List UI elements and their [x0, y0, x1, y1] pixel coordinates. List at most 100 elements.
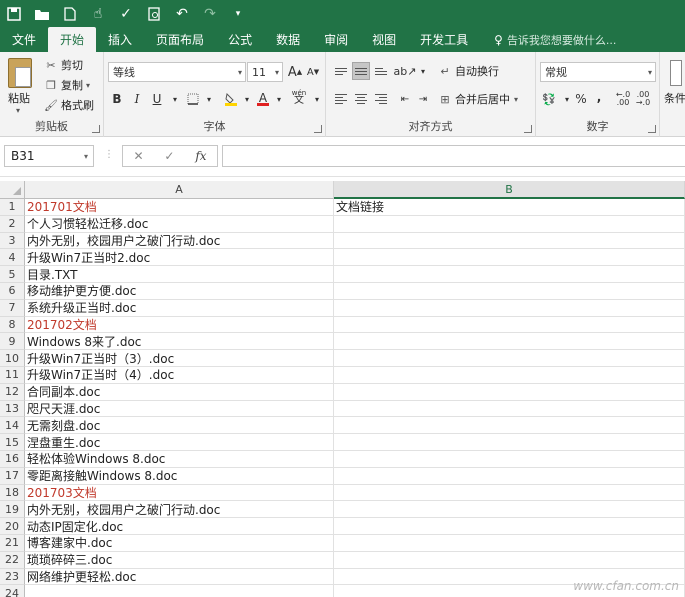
cell-b[interactable] — [334, 350, 685, 367]
dialog-launcher-icon[interactable] — [648, 125, 656, 133]
cell-b[interactable] — [334, 282, 685, 300]
orientation-icon[interactable]: ab↗ — [394, 62, 417, 80]
cell-a[interactable]: 轻松体验Windows 8.doc — [25, 450, 334, 468]
row-header[interactable]: 16 — [0, 450, 25, 468]
cell-b[interactable] — [334, 249, 685, 267]
formula-input[interactable] — [222, 145, 685, 167]
cell-b[interactable] — [334, 501, 685, 519]
increase-indent-icon[interactable]: ⇥ — [414, 90, 432, 108]
tab-page-layout[interactable]: 页面布局 — [144, 27, 216, 52]
row-header[interactable]: 23 — [0, 568, 25, 586]
cancel-icon[interactable]: ✕ — [133, 149, 143, 163]
row-header[interactable]: 9 — [0, 333, 25, 351]
chevron-down-icon[interactable]: ▾ — [200, 90, 218, 108]
undo-icon[interactable]: ↶ — [168, 0, 196, 27]
insert-function-button[interactable]: fx — [195, 149, 206, 163]
row-header[interactable]: 12 — [0, 383, 25, 401]
enter-icon[interactable]: ✓ — [164, 149, 174, 163]
phonetic-guide-icon[interactable]: wén 文 — [290, 88, 308, 106]
cell-b[interactable] — [334, 434, 685, 451]
customize-toolbar-icon[interactable]: ▾ — [224, 0, 252, 27]
row-header[interactable]: 6 — [0, 282, 25, 300]
column-header-b[interactable]: B — [334, 181, 685, 199]
chevron-down-icon[interactable]: ▾ — [270, 90, 288, 108]
decrease-decimal-icon[interactable]: .00 →.0 — [634, 90, 652, 108]
splitter-handle[interactable]: ⋮ — [104, 149, 114, 160]
chevron-down-icon[interactable]: ▾ — [16, 106, 20, 115]
percent-style-button[interactable]: % — [572, 90, 590, 108]
cell-b[interactable] — [334, 366, 685, 384]
name-box[interactable]: B31 ▾ — [4, 145, 94, 167]
cell-a[interactable]: 升级Win7正当时（4）.doc — [25, 366, 334, 384]
paste-icon[interactable] — [8, 58, 32, 88]
cell-b[interactable] — [334, 400, 685, 418]
cell-a[interactable]: 博客建家中.doc — [25, 534, 334, 552]
cell-a[interactable]: 升级Win7正当时（3）.doc — [25, 350, 334, 367]
comma-style-button[interactable]: , — [590, 88, 608, 106]
row-header[interactable]: 7 — [0, 299, 25, 317]
decrease-indent-icon[interactable]: ⇤ — [396, 90, 414, 108]
grow-font-button[interactable]: A ▲ — [286, 63, 304, 81]
row-header[interactable]: 24 — [0, 585, 25, 597]
row-header[interactable]: 19 — [0, 501, 25, 519]
row-header[interactable]: 2 — [0, 215, 25, 233]
cell-b[interactable] — [334, 266, 685, 283]
cell-a[interactable]: 零距离接触Windows 8.doc — [25, 467, 334, 485]
row-header[interactable]: 5 — [0, 266, 25, 283]
cell-a[interactable] — [25, 585, 334, 597]
conditional-formatting-button[interactable]: 条件 — [664, 90, 685, 106]
italic-button[interactable]: I — [128, 90, 146, 108]
cell-a[interactable]: 201701文档 — [25, 199, 334, 216]
cell-b[interactable] — [334, 215, 685, 233]
row-header[interactable]: 10 — [0, 350, 25, 367]
tell-me-box[interactable]: ♀ 告诉我您想要做什么... — [480, 27, 616, 52]
row-header[interactable]: 11 — [0, 366, 25, 384]
row-header[interactable]: 17 — [0, 467, 25, 485]
cell-a[interactable]: 201702文档 — [25, 316, 334, 334]
cell-a[interactable]: 合同副本.doc — [25, 383, 334, 401]
cell-b[interactable] — [334, 417, 685, 435]
row-header[interactable]: 20 — [0, 518, 25, 535]
spelling-icon[interactable]: ✓ — [112, 0, 140, 27]
cell-b[interactable] — [334, 551, 685, 569]
redo-icon[interactable]: ↷ — [196, 0, 224, 27]
print-preview-icon[interactable] — [140, 0, 168, 27]
row-header[interactable]: 21 — [0, 534, 25, 552]
conditional-formatting-icon[interactable] — [670, 60, 682, 86]
merge-center-button[interactable]: ⊞ 合并后居中 ▾ — [438, 90, 518, 108]
chevron-down-icon[interactable]: ▾ — [84, 152, 88, 161]
shrink-font-button[interactable]: A ▼ — [304, 63, 322, 81]
row-header[interactable]: 22 — [0, 551, 25, 569]
increase-decimal-icon[interactable]: ←.0.00 — [614, 90, 632, 108]
cell-b[interactable] — [334, 450, 685, 468]
chevron-down-icon[interactable]: ▾ — [514, 95, 518, 104]
row-header[interactable]: 8 — [0, 316, 25, 334]
row-header[interactable]: 18 — [0, 484, 25, 502]
row-header[interactable]: 3 — [0, 232, 25, 250]
align-right-icon[interactable] — [372, 90, 390, 108]
tab-file[interactable]: 文件 — [0, 27, 48, 52]
cell-b[interactable] — [334, 316, 685, 334]
cell-b[interactable] — [334, 484, 685, 502]
format-painter-button[interactable]: 🖌 格式刷 — [44, 96, 94, 114]
touch-mode-icon[interactable]: ☝ — [84, 0, 112, 27]
font-size-combo[interactable]: 11 ▾ — [247, 62, 283, 82]
tab-review[interactable]: 审阅 — [312, 27, 360, 52]
align-bottom-icon[interactable] — [372, 62, 390, 80]
chevron-down-icon[interactable]: ▾ — [414, 62, 432, 80]
cell-a[interactable]: 内外无别，校园用户之破门行动.doc — [25, 501, 334, 519]
align-top-icon[interactable] — [332, 62, 350, 80]
underline-button[interactable]: U — [148, 90, 166, 108]
dialog-launcher-icon[interactable] — [92, 125, 100, 133]
cell-b[interactable] — [334, 333, 685, 351]
dialog-launcher-icon[interactable] — [314, 125, 322, 133]
cell-b[interactable] — [334, 518, 685, 535]
cell-b[interactable] — [334, 467, 685, 485]
dialog-launcher-icon[interactable] — [524, 125, 532, 133]
accounting-format-icon[interactable]: 💱 — [540, 90, 558, 108]
cell-a[interactable]: 琐琐碎碎三.doc — [25, 551, 334, 569]
new-document-icon[interactable] — [56, 0, 84, 27]
row-header[interactable]: 13 — [0, 400, 25, 418]
chevron-down-icon[interactable]: ▾ — [86, 81, 90, 90]
row-header[interactable]: 15 — [0, 434, 25, 451]
